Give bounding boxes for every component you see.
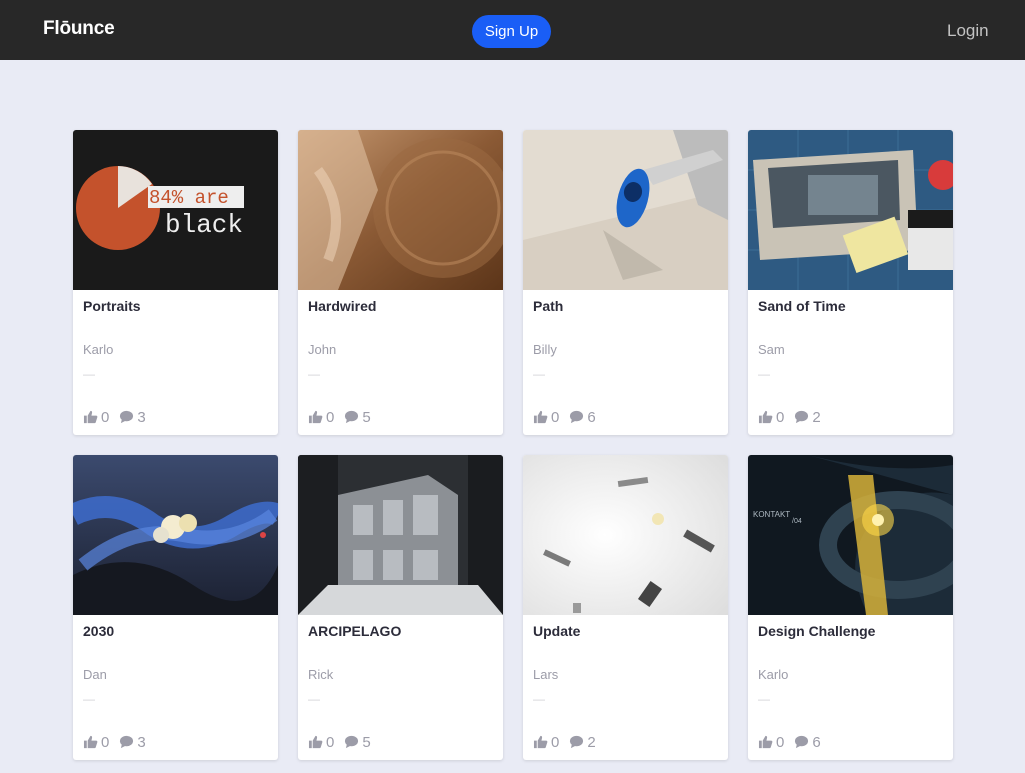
comment-icon[interactable] <box>794 410 809 424</box>
project-author[interactable]: Lars <box>533 667 558 682</box>
like-count: 0 <box>551 408 560 426</box>
project-card[interactable]: Sand of Time Sam — 0 2 <box>748 130 953 435</box>
project-card[interactable]: 84% are black Portraits Karlo — 0 3 <box>73 130 278 435</box>
project-title[interactable]: Path <box>533 298 563 314</box>
signup-button[interactable]: Sign Up <box>472 15 551 48</box>
comment-count: 5 <box>362 408 371 426</box>
cockpit-text-1: KONTAKT <box>753 510 790 519</box>
project-stats: 0 5 <box>308 733 381 751</box>
project-meta: — <box>758 367 770 381</box>
project-card[interactable]: ARCIPELAGO Rick — 0 5 <box>298 455 503 760</box>
thumbs-up-icon[interactable] <box>83 410 98 424</box>
project-title[interactable]: ARCIPELAGO <box>308 623 401 639</box>
comment-count: 2 <box>587 733 596 751</box>
project-card[interactable]: KONTAKT /04 Design Challenge Karlo — 0 6 <box>748 455 953 760</box>
project-card[interactable]: Path Billy — 0 6 <box>523 130 728 435</box>
thumbs-up-icon[interactable] <box>533 735 548 749</box>
thumbs-up-icon[interactable] <box>83 735 98 749</box>
comment-count: 3 <box>137 408 146 426</box>
project-thumbnail[interactable] <box>523 455 728 615</box>
cockpit-text-2: /04 <box>792 518 802 525</box>
project-thumbnail[interactable]: 84% are black <box>73 130 278 290</box>
project-card[interactable]: Update Lars — 0 2 <box>523 455 728 760</box>
comment-icon[interactable] <box>119 735 134 749</box>
project-author[interactable]: Rick <box>308 667 333 682</box>
thumbs-up-icon[interactable] <box>533 410 548 424</box>
top-navbar: Flōunce Sign Up Login <box>0 0 1025 60</box>
project-stats: 0 6 <box>533 408 606 426</box>
project-author[interactable]: Karlo <box>758 667 788 682</box>
project-title[interactable]: Design Challenge <box>758 623 875 639</box>
comment-count: 2 <box>812 408 821 426</box>
comment-count: 6 <box>587 408 596 426</box>
project-stats: 0 2 <box>533 733 606 751</box>
project-author[interactable]: John <box>308 342 336 357</box>
like-count: 0 <box>551 733 560 751</box>
project-title[interactable]: 2030 <box>83 623 114 639</box>
project-title[interactable]: Sand of Time <box>758 298 846 314</box>
like-count: 0 <box>776 733 785 751</box>
like-count: 0 <box>101 408 110 426</box>
project-thumbnail[interactable]: KONTAKT /04 <box>748 455 953 615</box>
comment-count: 3 <box>137 733 146 751</box>
project-title[interactable]: Portraits <box>83 298 141 314</box>
like-count: 0 <box>326 408 335 426</box>
brand-logo[interactable]: Flōunce <box>43 18 115 40</box>
poster-text-2: black <box>165 210 243 240</box>
comment-icon[interactable] <box>344 735 359 749</box>
project-author[interactable]: Billy <box>533 342 557 357</box>
project-thumbnail[interactable] <box>73 455 278 615</box>
project-meta: — <box>308 692 320 706</box>
project-meta: — <box>83 692 95 706</box>
comment-count: 6 <box>812 733 821 751</box>
project-author[interactable]: Sam <box>758 342 785 357</box>
project-meta: — <box>533 692 545 706</box>
project-stats: 0 3 <box>83 733 156 751</box>
comment-icon[interactable] <box>119 410 134 424</box>
project-card[interactable]: 2030 Dan — 0 3 <box>73 455 278 760</box>
project-thumbnail[interactable] <box>523 130 728 290</box>
project-meta: — <box>83 367 95 381</box>
project-stats: 0 3 <box>83 408 156 426</box>
thumbs-up-icon[interactable] <box>308 410 323 424</box>
login-link[interactable]: Login <box>947 21 989 41</box>
project-stats: 0 6 <box>758 733 831 751</box>
thumbs-up-icon[interactable] <box>308 735 323 749</box>
project-meta: — <box>533 367 545 381</box>
comment-icon[interactable] <box>569 410 584 424</box>
project-stats: 0 2 <box>758 408 831 426</box>
comment-icon[interactable] <box>794 735 809 749</box>
like-count: 0 <box>326 733 335 751</box>
like-count: 0 <box>101 733 110 751</box>
comment-icon[interactable] <box>344 410 359 424</box>
thumbs-up-icon[interactable] <box>758 735 773 749</box>
project-meta: — <box>308 367 320 381</box>
project-thumbnail[interactable] <box>298 455 503 615</box>
project-grid: 84% are black Portraits Karlo — 0 3 Hard… <box>73 130 953 760</box>
project-title[interactable]: Hardwired <box>308 298 376 314</box>
thumbs-up-icon[interactable] <box>758 410 773 424</box>
like-count: 0 <box>776 408 785 426</box>
comment-count: 5 <box>362 733 371 751</box>
project-title[interactable]: Update <box>533 623 580 639</box>
comment-icon[interactable] <box>569 735 584 749</box>
project-thumbnail[interactable] <box>748 130 953 290</box>
project-author[interactable]: Karlo <box>83 342 113 357</box>
project-thumbnail[interactable] <box>298 130 503 290</box>
project-card[interactable]: Hardwired John — 0 5 <box>298 130 503 435</box>
project-author[interactable]: Dan <box>83 667 107 682</box>
project-stats: 0 5 <box>308 408 381 426</box>
poster-text-1: 84% are <box>149 187 229 209</box>
project-meta: — <box>758 692 770 706</box>
